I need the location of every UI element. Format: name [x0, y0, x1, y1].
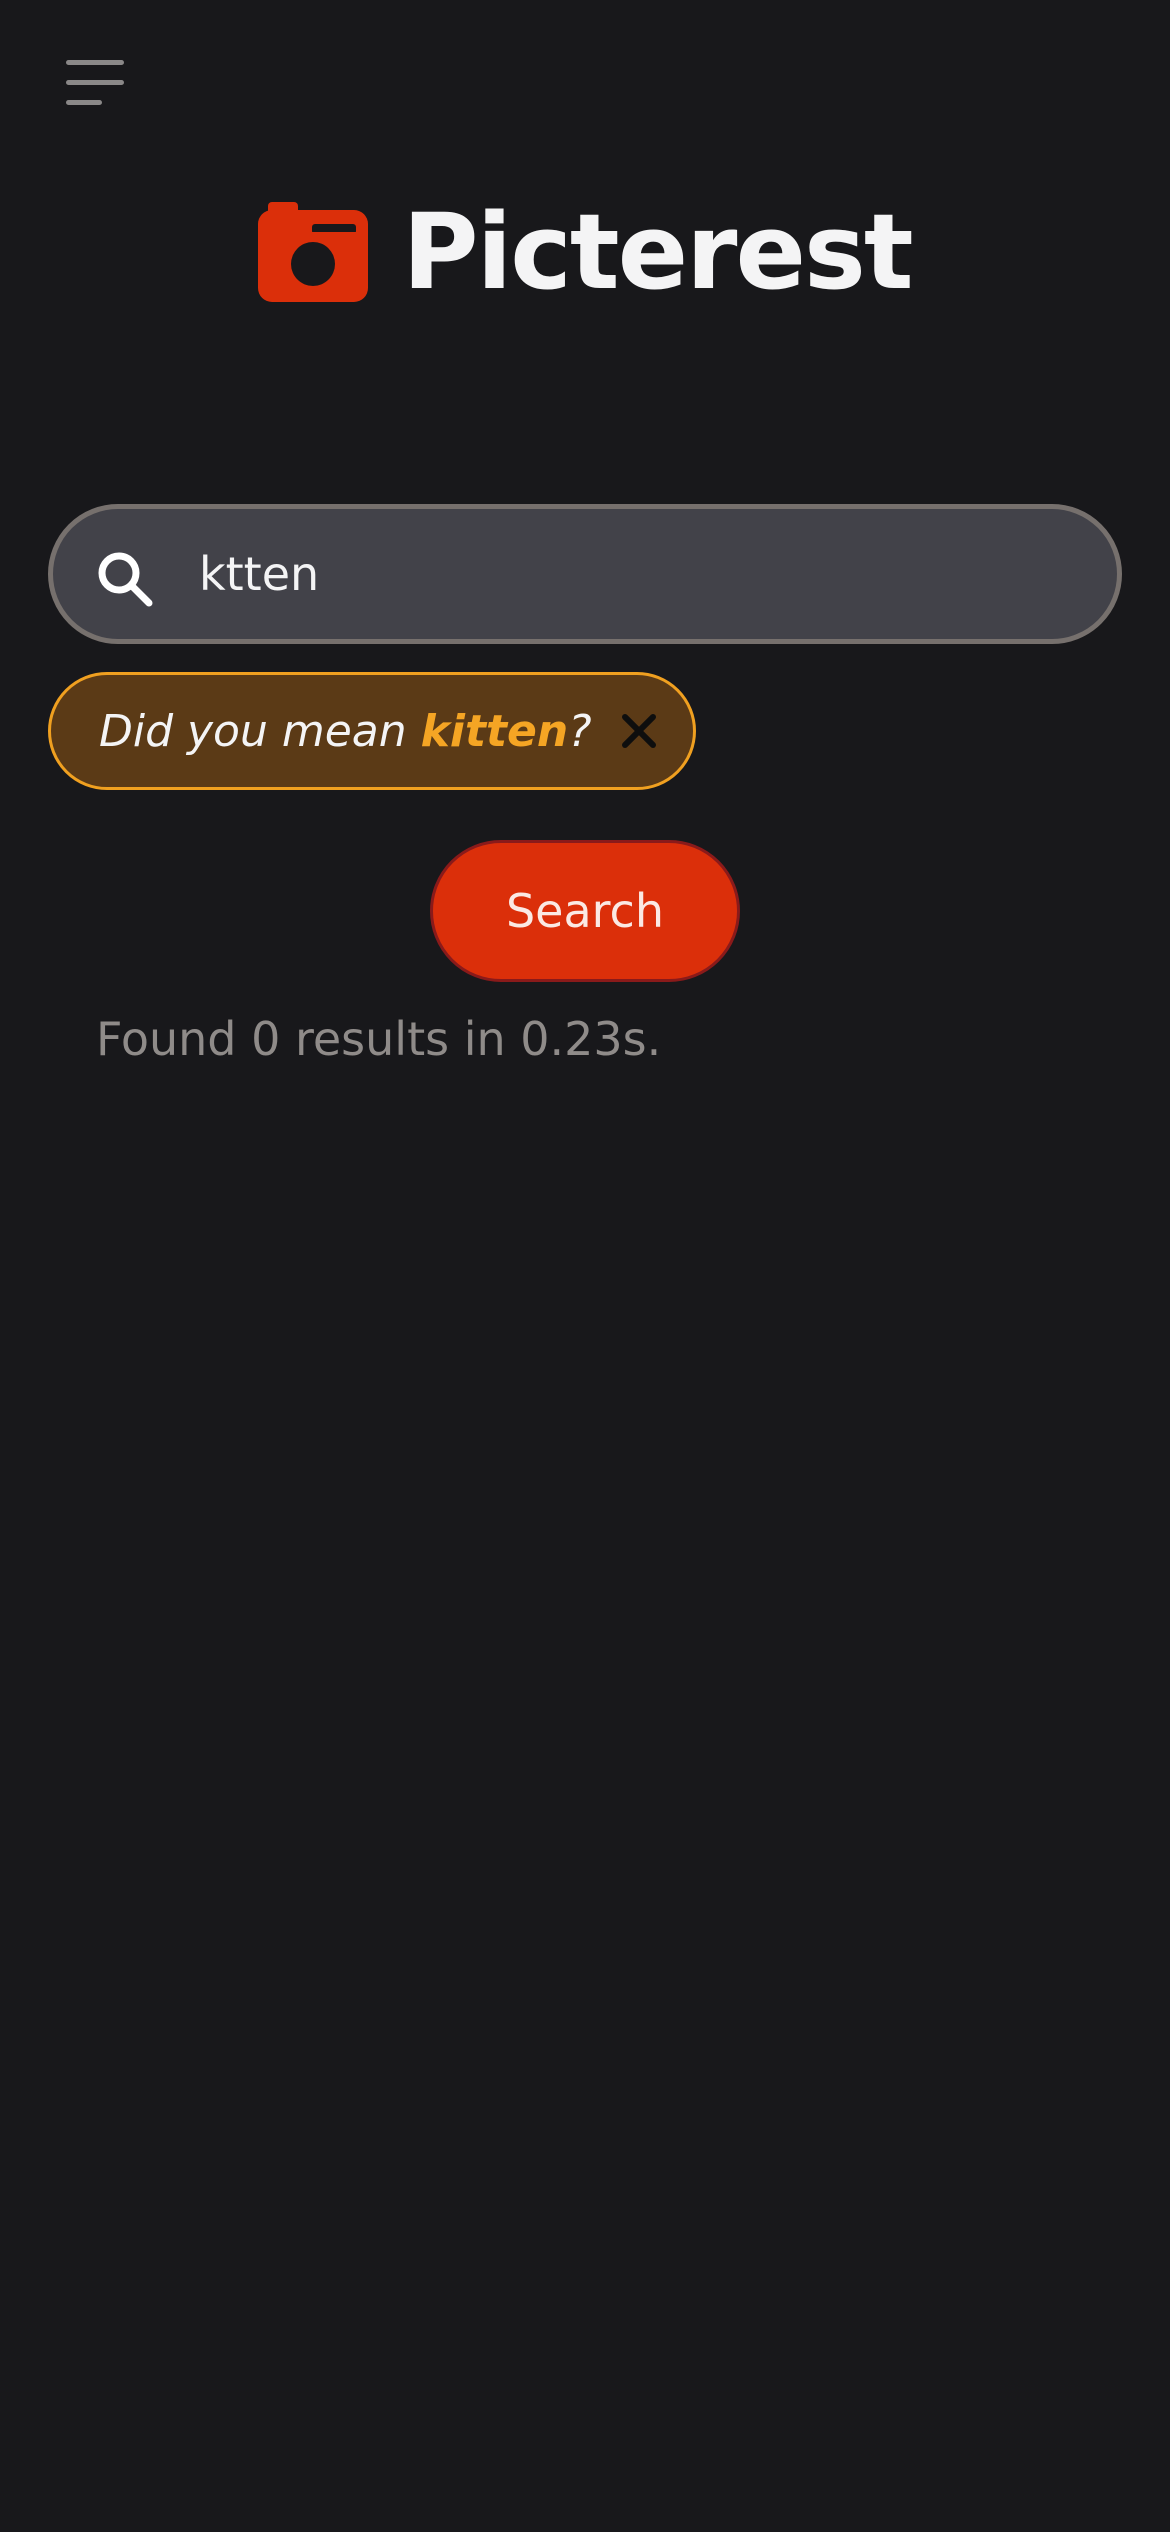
- results-status: Found 0 results in 0.23s.: [96, 1012, 662, 1066]
- hamburger-menu-icon[interactable]: [62, 56, 126, 108]
- suggestion-link[interactable]: Did you mean kitten?: [99, 675, 592, 787]
- brand-name: Picterest: [402, 191, 913, 313]
- suggested-word[interactable]: kitten: [421, 706, 569, 757]
- search-page: Picterest Did you mean kitten? Search Fo…: [0, 0, 1170, 2532]
- menu-line: [66, 80, 124, 85]
- brand-header: Picterest: [0, 192, 1170, 312]
- suggestion-suffix: ?: [568, 705, 592, 757]
- search-button[interactable]: Search: [430, 840, 740, 982]
- search-input[interactable]: [199, 529, 1079, 619]
- camera-icon: [258, 202, 369, 302]
- suggestion-prefix: Did you mean: [99, 705, 421, 757]
- close-icon[interactable]: [617, 709, 661, 753]
- search-bar[interactable]: [48, 504, 1122, 644]
- menu-line: [66, 100, 102, 105]
- spelling-suggestion: Did you mean kitten?: [48, 672, 696, 790]
- search-icon: [98, 552, 153, 607]
- menu-line: [66, 60, 124, 65]
